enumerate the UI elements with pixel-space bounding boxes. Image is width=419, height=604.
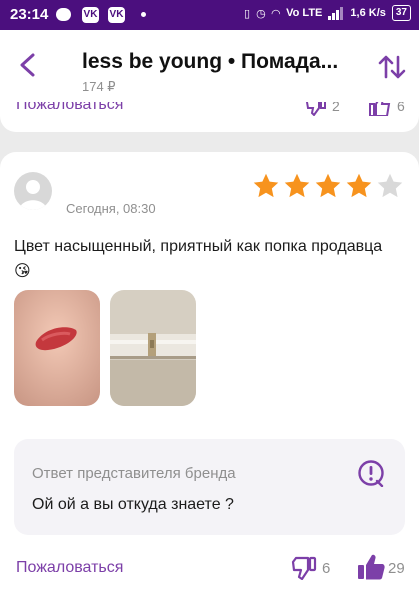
previous-review-footer: Пожаловаться 2 6 bbox=[0, 102, 419, 132]
page-title: less be young • Помада... bbox=[82, 50, 339, 73]
alert-circle-icon[interactable] bbox=[357, 459, 385, 487]
lipstick-product-photo[interactable] bbox=[110, 290, 196, 406]
alarm-icon: ◷ bbox=[256, 7, 266, 20]
network-label: Vo LTE bbox=[286, 7, 323, 19]
lipstick-swatch-photo[interactable] bbox=[14, 290, 100, 406]
vk-icon: VK bbox=[82, 7, 99, 23]
brand-reply: Ответ представителя бренда Ой ой а вы от… bbox=[14, 439, 405, 535]
star-filled-icon bbox=[253, 173, 279, 198]
status-bar: 23:14 VK VK ▯ ◷ ◠ Vo LTE 1,6 K/s 37 bbox=[0, 0, 419, 30]
avatar bbox=[14, 172, 52, 210]
status-indicators: ▯ ◷ ◠ Vo LTE 1,6 K/s 37 bbox=[244, 5, 411, 21]
report-link[interactable]: Пожаловаться bbox=[16, 559, 123, 577]
report-link[interactable]: Пожаловаться bbox=[16, 102, 123, 114]
star-filled-icon bbox=[284, 173, 310, 198]
product-header: less be young • Помада... 174 ₽ bbox=[0, 30, 419, 102]
star-empty-icon bbox=[377, 173, 403, 198]
vibrate-icon: ▯ bbox=[244, 7, 251, 20]
thumbs-down-icon[interactable] bbox=[291, 556, 317, 580]
review-text: Цвет насыщенный, приятный как попка прод… bbox=[14, 238, 383, 280]
wifi-icon: ◠ bbox=[271, 7, 281, 20]
network-speed: 1,6 K/s bbox=[350, 7, 386, 19]
thumbs-up-icon-filled[interactable] bbox=[357, 554, 385, 580]
chevron-left-icon[interactable] bbox=[14, 50, 42, 80]
battery-icon: 37 bbox=[391, 5, 411, 21]
more-notifications-dot bbox=[141, 12, 146, 17]
thumbs-up-icon[interactable] bbox=[368, 102, 392, 116]
dislike-count: 6 bbox=[322, 560, 331, 577]
status-time: 23:14 bbox=[10, 6, 49, 23]
brand-reply-text: Ой ой а вы откуда знаете ? bbox=[32, 496, 234, 513]
signal-icon bbox=[328, 6, 344, 20]
star-filled-icon bbox=[315, 173, 341, 198]
vk-icon-2: VK bbox=[108, 7, 125, 23]
rating-stars bbox=[252, 172, 404, 200]
sort-arrows-icon[interactable] bbox=[377, 52, 407, 82]
like-count: 6 bbox=[397, 102, 405, 114]
message-notification-icon bbox=[56, 8, 71, 21]
product-price: 174 ₽ bbox=[82, 79, 116, 94]
dislike-count: 2 bbox=[332, 102, 340, 114]
brand-reply-label: Ответ представителя бренда bbox=[32, 465, 236, 482]
user-placeholder-icon bbox=[19, 180, 47, 210]
like-count: 29 bbox=[388, 560, 405, 577]
star-filled-icon bbox=[346, 173, 372, 198]
review-date: Сегодня, 08:30 bbox=[66, 201, 156, 216]
review-card: Сегодня, 08:30 Цвет насыщенный, приятный… bbox=[0, 152, 419, 604]
thumbs-down-icon[interactable] bbox=[305, 102, 327, 116]
